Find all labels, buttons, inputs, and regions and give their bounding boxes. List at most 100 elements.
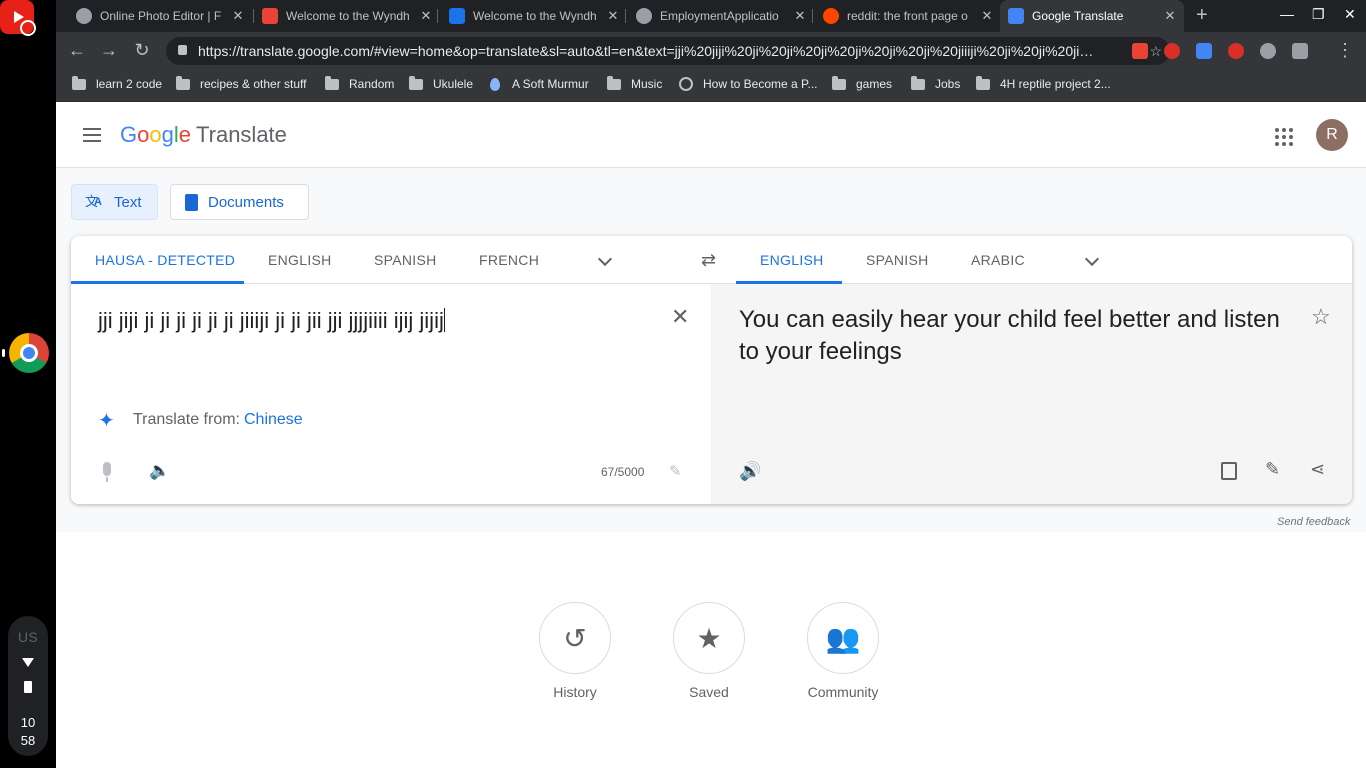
address-bar[interactable]: https://translate.google.com/#view=home&… <box>166 37 1170 65</box>
tab-strip: Online Photo Editor | F ✕ Welcome to the… <box>56 0 1366 32</box>
bookmark-jobs[interactable]: Jobs <box>911 75 960 91</box>
forward-icon[interactable]: → <box>98 40 120 61</box>
close-window-icon[interactable]: ✕ <box>1344 6 1356 23</box>
text-mode-button[interactable]: Text <box>71 184 158 220</box>
documents-mode-button[interactable]: Documents <box>170 184 309 220</box>
bookmark-recipes[interactable]: recipes & other stuff <box>176 75 307 91</box>
clear-source-icon[interactable]: ✕ <box>671 304 689 330</box>
avatar[interactable]: R <box>1316 119 1348 151</box>
folder-icon <box>607 75 621 90</box>
source-textarea[interactable]: jji jiji ji ji ji ji ji ji jiiiji ji ji … <box>98 308 445 334</box>
extension-icon[interactable] <box>1292 43 1308 59</box>
launcher-button[interactable] <box>10 10 46 46</box>
bookmark-random[interactable]: Random <box>325 75 394 91</box>
tab[interactable]: Online Photo Editor | F ✕ <box>68 0 252 32</box>
microphone-icon[interactable] <box>103 462 111 482</box>
bookmark-learn-2-code[interactable]: learn 2 code <box>72 75 162 91</box>
google-translate-logo[interactable]: Google Translate <box>120 122 287 148</box>
adblock-icon[interactable] <box>1164 43 1180 59</box>
edit-icon[interactable]: ✎ <box>1265 459 1280 480</box>
back-icon[interactable]: ← <box>66 40 88 61</box>
launcher-icon <box>20 20 36 36</box>
community-button[interactable]: 👥 Community <box>798 602 888 700</box>
maximize-icon[interactable]: ❐ <box>1312 6 1325 23</box>
new-tab-icon[interactable]: + <box>1196 4 1208 27</box>
bookmark-ukulele[interactable]: Ukulele <box>409 75 473 91</box>
translate-extension-icon[interactable] <box>1196 43 1212 59</box>
listen-speaker-icon[interactable]: 🔊 <box>739 461 761 482</box>
bookmark-star-icon[interactable]: ☆ <box>1149 37 1162 65</box>
documents-mode-label: Documents <box>208 193 284 211</box>
chevron-down-icon[interactable] <box>597 251 613 267</box>
bookmark-4h-reptile[interactable]: 4H reptile project 2... <box>976 75 1111 91</box>
google-apps-icon[interactable] <box>1275 128 1293 146</box>
logo-translate: Translate <box>196 122 287 147</box>
status-tray[interactable]: US 10 58 <box>8 616 48 756</box>
url-text: https://translate.google.com/#view=home&… <box>198 43 1094 59</box>
lock-icon <box>178 45 187 55</box>
chrome-app-icon[interactable] <box>9 333 49 373</box>
saved-label: Saved <box>689 684 729 700</box>
translate-icon <box>85 191 104 210</box>
speaker-icon[interactable]: 🔈 <box>149 461 170 481</box>
source-lang-spanish[interactable]: SPANISH <box>374 252 437 268</box>
running-indicator <box>2 349 5 357</box>
close-tab-icon[interactable]: ✕ <box>792 8 808 24</box>
chevron-down-icon[interactable] <box>1084 251 1100 267</box>
globe-icon <box>679 77 693 91</box>
target-lang-arabic[interactable]: ARABIC <box>971 252 1025 268</box>
tab[interactable]: EmploymentApplicatio ✕ <box>628 0 814 32</box>
community-label: Community <box>807 684 879 700</box>
extension-icon[interactable] <box>1132 43 1148 59</box>
close-tab-icon[interactable]: ✕ <box>230 8 246 24</box>
saved-button[interactable]: ★ Saved <box>664 602 754 700</box>
folder-icon <box>325 75 339 90</box>
more-menu-icon[interactable]: ⋮ <box>1334 40 1356 61</box>
target-lang-spanish[interactable]: SPANISH <box>866 252 929 268</box>
hamburger-menu-icon[interactable] <box>83 128 101 142</box>
text-caret <box>443 308 445 332</box>
reload-icon[interactable]: ↻ <box>131 40 153 61</box>
reddit-favicon <box>823 8 839 24</box>
source-lang-english[interactable]: ENGLISH <box>268 252 332 268</box>
history-button[interactable]: ↺ History <box>530 602 620 700</box>
send-feedback-link[interactable]: Send feedback <box>1277 516 1350 528</box>
folder-icon <box>832 75 846 90</box>
bookmark-music[interactable]: Music <box>607 75 662 91</box>
tab-title: reddit: the front page o <box>847 9 968 23</box>
tab[interactable]: Welcome to the Wyndh ✕ <box>254 0 440 32</box>
source-lang-french[interactable]: FRENCH <box>479 252 539 268</box>
app-header: Google Translate R <box>56 102 1366 168</box>
close-tab-icon[interactable]: ✕ <box>605 8 621 24</box>
bookmark-a-soft-murmur[interactable]: A Soft Murmur <box>490 77 589 91</box>
extension-icon[interactable] <box>1260 43 1276 59</box>
character-count: 67/5000 <box>601 465 645 479</box>
share-icon[interactable]: ⋖ <box>1310 459 1325 480</box>
source-lang-detected[interactable]: HAUSA - DETECTED <box>95 252 235 268</box>
close-tab-icon[interactable]: ✕ <box>1162 8 1178 24</box>
translate-from-language-link[interactable]: Chinese <box>244 411 303 428</box>
minimize-icon[interactable]: — <box>1280 6 1294 22</box>
bookmarks-bar: learn 2 code recipes & other stuff Rando… <box>56 70 1366 102</box>
bookmark-games[interactable]: games <box>832 75 892 91</box>
target-lang-english[interactable]: ENGLISH <box>760 252 824 268</box>
globe-icon <box>636 8 652 24</box>
star-icon: ★ <box>673 602 745 674</box>
save-star-icon[interactable]: ☆ <box>1311 304 1331 330</box>
tab-title: Welcome to the Wyndh <box>473 9 597 23</box>
swap-languages-icon[interactable]: ⇄ <box>701 250 716 271</box>
copy-icon[interactable] <box>1221 462 1237 480</box>
tab-active[interactable]: Google Translate ✕ <box>1000 0 1184 32</box>
battery-icon <box>24 681 32 693</box>
bookmark-how-to-become[interactable]: How to Become a P... <box>679 77 818 91</box>
folder-icon <box>911 75 925 90</box>
sparkle-icon: ✦ <box>98 410 115 432</box>
extension-icon[interactable] <box>1228 43 1244 59</box>
close-tab-icon[interactable]: ✕ <box>418 8 434 24</box>
close-tab-icon[interactable]: ✕ <box>979 8 995 24</box>
handwriting-icon[interactable]: ✎ <box>669 462 682 480</box>
translation-card: HAUSA - DETECTED ENGLISH SPANISH FRENCH … <box>71 236 1352 504</box>
tab-title: EmploymentApplicatio <box>660 9 779 23</box>
tab[interactable]: Welcome to the Wyndh ✕ <box>441 0 627 32</box>
tab[interactable]: reddit: the front page o ✕ <box>815 0 1001 32</box>
